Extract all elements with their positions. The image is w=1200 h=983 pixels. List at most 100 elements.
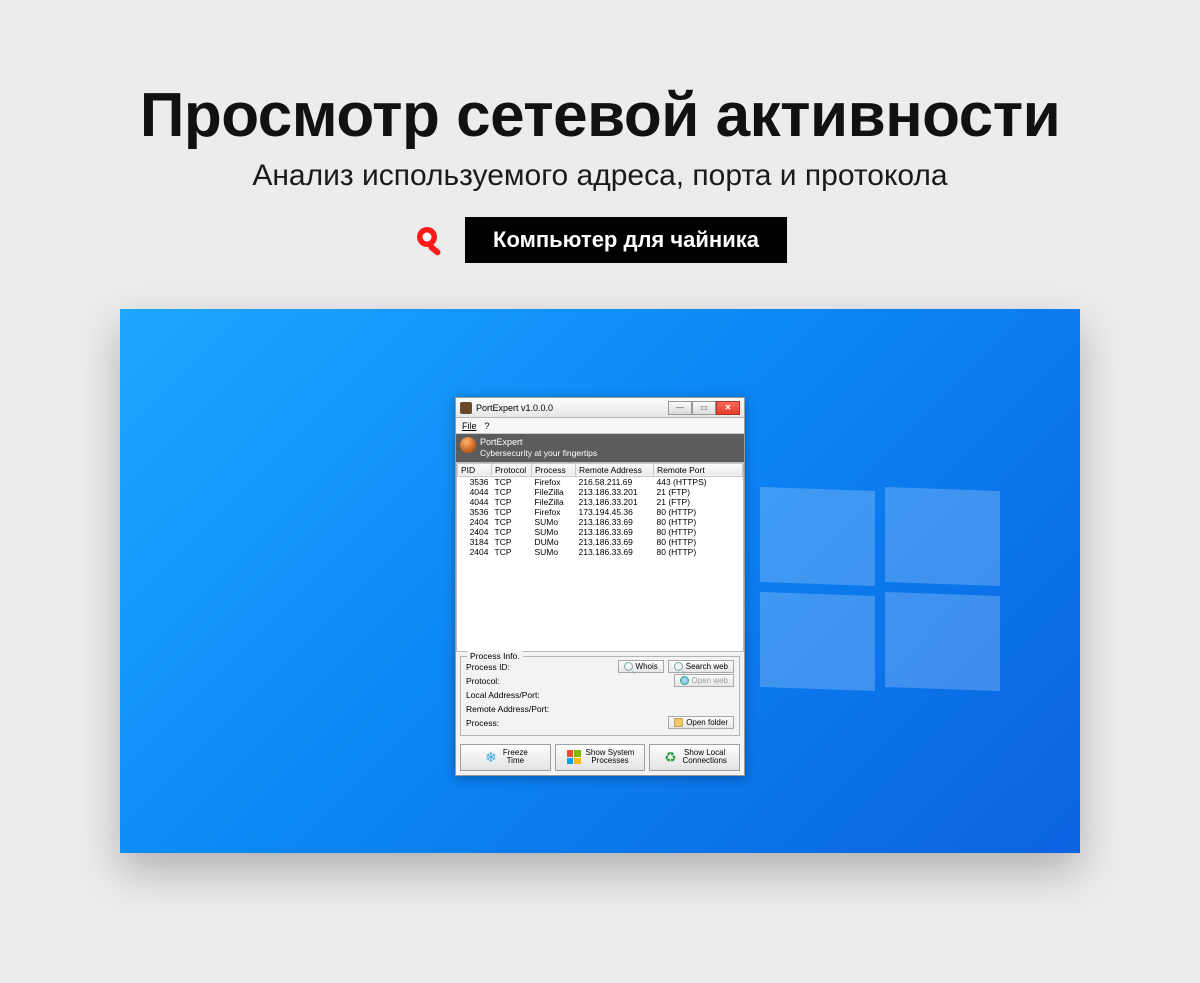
cell-addr: 213.186.33.69: [576, 547, 654, 557]
search-icon: [624, 662, 633, 671]
process-info-legend: Process Info.: [467, 651, 523, 661]
table-header-row: PID Protocol Process Remote Address Remo…: [458, 463, 743, 476]
cell-addr: 213.186.33.201: [576, 497, 654, 507]
label-local: Local Address/Port:: [466, 690, 734, 700]
cell-process: DUMo: [532, 537, 576, 547]
col-pid[interactable]: PID: [458, 463, 492, 476]
col-port[interactable]: Remote Port: [654, 463, 743, 476]
col-protocol[interactable]: Protocol: [492, 463, 532, 476]
label-process-id: Process ID:: [466, 662, 614, 672]
menubar: File ?: [456, 418, 744, 434]
cell-port: 80 (HTTP): [654, 547, 743, 557]
cell-addr: 213.186.33.69: [576, 517, 654, 527]
table-row[interactable]: 2404TCPSUMo213.186.33.6980 (HTTP): [458, 547, 743, 557]
cell-process: FileZilla: [532, 497, 576, 507]
cell-process: FileZilla: [532, 487, 576, 497]
open-folder-button[interactable]: Open folder: [668, 716, 734, 729]
desktop-screenshot: PortExpert v1.0.0.0 — ▭ ✕ File ? PortExp…: [120, 309, 1080, 853]
cell-process: SUMo: [532, 547, 576, 557]
maximize-button[interactable]: ▭: [692, 401, 716, 415]
cell-protocol: TCP: [492, 507, 532, 517]
cell-protocol: TCP: [492, 487, 532, 497]
freeze-label: Freeze Time: [503, 749, 528, 766]
cell-process: Firefox: [532, 507, 576, 517]
close-button[interactable]: ✕: [716, 401, 740, 415]
cell-pid: 4044: [458, 497, 492, 507]
cell-process: SUMo: [532, 517, 576, 527]
show-system-label: Show System Processes: [586, 749, 635, 766]
menu-file[interactable]: File: [462, 421, 477, 431]
cell-port: 80 (HTTP): [654, 507, 743, 517]
folder-icon: [674, 718, 683, 727]
cell-port: 21 (FTP): [654, 487, 743, 497]
banner-icon: [460, 437, 476, 453]
windows-logo-icon: [760, 489, 1000, 689]
window-title: PortExpert v1.0.0.0: [476, 403, 664, 413]
search-web-label: Search web: [686, 662, 728, 671]
cell-addr: 173.194.45.36: [576, 507, 654, 517]
table-row[interactable]: 2404TCPSUMo213.186.33.6980 (HTTP): [458, 527, 743, 537]
globe-icon: [680, 676, 689, 685]
cell-protocol: TCP: [492, 497, 532, 507]
label-protocol: Protocol:: [466, 676, 670, 686]
windows-flag-icon: [566, 749, 582, 765]
label-remote: Remote Address/Port:: [466, 704, 734, 714]
cell-addr: 216.58.211.69: [576, 476, 654, 487]
minimize-button[interactable]: —: [668, 401, 692, 415]
cell-pid: 3536: [458, 476, 492, 487]
menu-help[interactable]: ?: [485, 421, 490, 431]
connections-table[interactable]: PID Protocol Process Remote Address Remo…: [456, 462, 744, 652]
app-icon: [460, 402, 472, 414]
cell-port: 80 (HTTP): [654, 527, 743, 537]
cell-pid: 2404: [458, 517, 492, 527]
table-row[interactable]: 3184TCPDUMo213.186.33.6980 (HTTP): [458, 537, 743, 547]
cell-pid: 2404: [458, 527, 492, 537]
cell-pid: 2404: [458, 547, 492, 557]
whois-button[interactable]: Whois: [618, 660, 664, 673]
cell-addr: 213.186.33.69: [576, 527, 654, 537]
table-row[interactable]: 3536TCPFirefox216.58.211.69443 (HTTPS): [458, 476, 743, 487]
banner-tagline: Cybersecurity at your fingertips: [480, 448, 738, 458]
open-folder-label: Open folder: [686, 718, 728, 727]
page-headline: Просмотр сетевой активности: [140, 80, 1060, 151]
label-process: Process:: [466, 718, 664, 728]
titlebar[interactable]: PortExpert v1.0.0.0 — ▭ ✕: [456, 398, 744, 418]
col-address[interactable]: Remote Address: [576, 463, 654, 476]
search-icon: [674, 662, 683, 671]
bottom-buttons: ❄ Freeze Time Show System Processes ♻ Sh…: [456, 740, 744, 775]
brand-row: Компьютер для чайника: [413, 217, 787, 263]
table-row[interactable]: 2404TCPSUMo213.186.33.6980 (HTTP): [458, 517, 743, 527]
cell-protocol: TCP: [492, 537, 532, 547]
recycle-icon: ♻: [662, 749, 678, 765]
cell-protocol: TCP: [492, 476, 532, 487]
show-system-button[interactable]: Show System Processes: [555, 744, 646, 771]
cell-port: 80 (HTTP): [654, 517, 743, 527]
page-subhead: Анализ используемого адреса, порта и про…: [252, 159, 947, 193]
col-process[interactable]: Process: [532, 463, 576, 476]
open-web-label: Open web: [692, 676, 728, 685]
show-local-label: Show Local Connections: [682, 749, 726, 766]
brand-logo-icon: [413, 223, 447, 257]
freeze-time-button[interactable]: ❄ Freeze Time: [460, 744, 551, 771]
banner-title: PortExpert: [480, 437, 738, 448]
whois-label: Whois: [636, 662, 658, 671]
table-row[interactable]: 3536TCPFirefox173.194.45.3680 (HTTP): [458, 507, 743, 517]
cell-protocol: TCP: [492, 527, 532, 537]
cell-port: 443 (HTTPS): [654, 476, 743, 487]
open-web-button[interactable]: Open web: [674, 674, 734, 687]
cell-addr: 213.186.33.69: [576, 537, 654, 547]
cell-process: Firefox: [532, 476, 576, 487]
cell-pid: 3536: [458, 507, 492, 517]
table-row[interactable]: 4044TCPFileZilla213.186.33.20121 (FTP): [458, 497, 743, 507]
app-window: PortExpert v1.0.0.0 — ▭ ✕ File ? PortExp…: [455, 397, 745, 776]
cell-protocol: TCP: [492, 517, 532, 527]
snowflake-icon: ❄: [483, 749, 499, 765]
show-local-button[interactable]: ♻ Show Local Connections: [649, 744, 740, 771]
cell-addr: 213.186.33.201: [576, 487, 654, 497]
cell-protocol: TCP: [492, 547, 532, 557]
search-web-button[interactable]: Search web: [668, 660, 734, 673]
cell-process: SUMo: [532, 527, 576, 537]
table-row[interactable]: 4044TCPFileZilla213.186.33.20121 (FTP): [458, 487, 743, 497]
cell-port: 80 (HTTP): [654, 537, 743, 547]
brand-button[interactable]: Компьютер для чайника: [465, 217, 787, 263]
